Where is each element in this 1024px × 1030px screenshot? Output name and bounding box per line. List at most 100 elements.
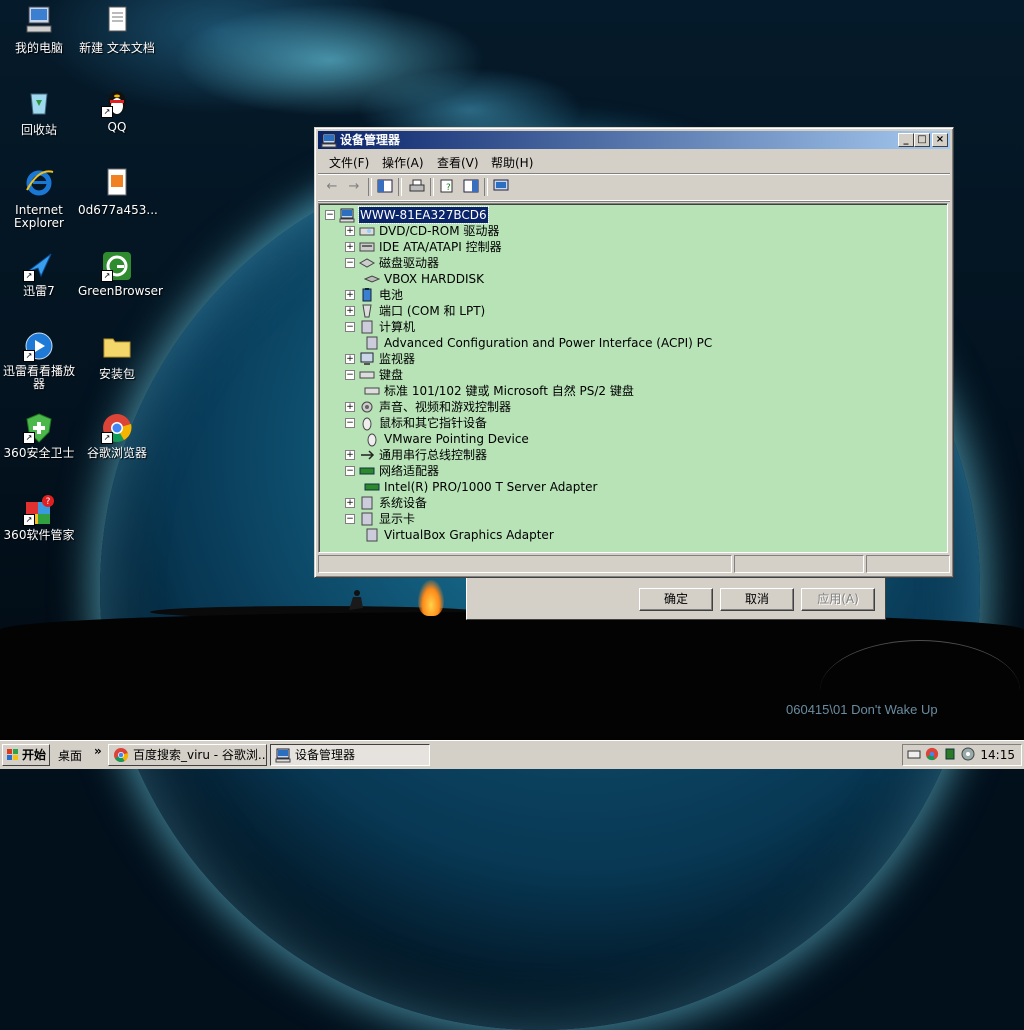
task-device-manager[interactable]: 设备管理器 [270,744,430,766]
menu-help[interactable]: 帮助(H) [491,154,533,171]
expand-icon[interactable]: + [345,450,355,460]
menu-action[interactable]: 操作(A) [382,154,424,171]
tree-label: VMware Pointing Device [384,432,529,446]
desktop-toolbar-label[interactable]: 桌面 [58,747,82,764]
close-button[interactable]: × [932,133,948,147]
keyboard-icon [359,371,375,379]
collapse-icon[interactable]: − [345,370,355,380]
shortcut-arrow-icon: ↗ [23,514,35,526]
forward-button[interactable]: → [345,179,363,195]
apply-button[interactable]: 应用(A) [801,588,875,611]
back-button[interactable]: ← [323,179,341,195]
menu-bar: 文件(F) 操作(A) 查看(V) 帮助(H) [318,151,950,171]
help-pane-button[interactable] [462,179,480,195]
mouse-icon [362,417,372,431]
desktop-icon-internet-explorer[interactable]: Internet Explorer [0,166,78,230]
hard-disk-icon [364,275,380,283]
tree-root-computer[interactable]: − WWW-81EA327BCD6 [325,206,525,224]
arrow-right-icon: → [348,179,360,194]
tree-label: 监视器 [379,352,416,366]
collapse-icon: − [325,210,335,220]
maximize-button[interactable]: □ [914,133,930,147]
swirl-graphic [820,640,1020,741]
volume-tray-icon[interactable] [961,747,975,761]
svg-text:?: ? [446,183,451,193]
shortcut-arrow-icon: ↗ [101,432,113,444]
display-adapter-icon [361,512,373,526]
start-button[interactable]: 开始 [2,744,50,766]
network-tray-icon[interactable] [943,747,957,761]
battery-icon [362,288,372,302]
desktop-icon-thunder[interactable]: ↗ 迅雷7 [0,250,78,298]
taskbar: 开始 桌面 » 百度搜索_viru - 谷歌浏... 设备管理器 14:15 [0,740,1024,769]
scan-hardware-button[interactable] [492,179,510,195]
tree-label: DVD/CD-ROM 驱动器 [379,224,500,238]
keyboard-device-icon [364,387,380,395]
tree-label: 标准 101/102 键或 Microsoft 自然 PS/2 键盘 [384,384,634,398]
expand-icon[interactable]: + [345,242,355,252]
desktop-icon-recycle-bin[interactable]: 回收站 [0,86,78,137]
expand-icon[interactable]: + [345,498,355,508]
collapse-icon[interactable]: − [345,466,355,476]
collapse-icon[interactable]: − [345,322,355,332]
desktop-icon-text-document[interactable]: 新建 文本文档 [78,4,156,55]
desktop-icon-qq[interactable]: ↗ QQ [78,86,156,134]
port-icon [362,304,372,318]
usb-icon [361,450,375,460]
show-hide-tree-button[interactable] [376,179,394,195]
collapse-icon[interactable]: − [345,418,355,428]
disk-drive-icon [359,258,375,268]
shortcut-arrow-icon: ↗ [101,270,113,282]
collapse-icon[interactable]: − [345,514,355,524]
shortcut-arrow-icon: ↗ [23,350,35,362]
tree-label: 电池 [379,288,404,302]
desktop-icon-360-safe[interactable]: ↗ 360安全卫士 [0,412,78,460]
expand-icon[interactable]: + [345,306,355,316]
system-devices-icon [361,496,373,510]
scan-hardware-icon [493,179,509,191]
pane-icon [463,179,479,193]
tree-label: 键盘 [379,368,404,382]
desktop-icon-greenbrowser[interactable]: ↗ GreenBrowser [78,250,163,298]
printer-icon [409,179,425,192]
image-file-icon [107,168,127,196]
status-pane-3 [866,555,950,573]
status-bar [318,555,950,573]
desktop-icon-my-computer[interactable]: 我的电脑 [0,4,78,55]
menu-view[interactable]: 查看(V) [437,154,479,171]
ok-button[interactable]: 确定 [639,588,713,611]
tree-label: 显示卡 [379,512,416,526]
properties-button[interactable]: ? [438,179,456,195]
internet-explorer-icon [26,170,54,196]
menu-file[interactable]: 文件(F) [329,154,369,171]
expand-icon[interactable]: + [345,402,355,412]
desktop-icon-chrome[interactable]: ↗ 谷歌浏览器 [78,412,156,460]
desktop-icon-folder[interactable]: 安装包 [78,330,156,381]
expand-icon[interactable]: + [345,226,355,236]
svg-text:?: ? [46,497,51,507]
tree-label: 端口 (COM 和 LPT) [379,304,486,318]
device-tree: − WWW-81EA327BCD6 + DVD/CD-ROM 驱动器 + IDE AT… [318,203,948,553]
chrome-tray-icon[interactable] [925,747,939,761]
shortcut-arrow-icon: ↗ [23,432,35,444]
print-button[interactable] [408,179,426,195]
desktop-icon-360-software[interactable]: ? ↗ 360软件管家 [0,494,78,542]
status-pane-main [318,555,732,573]
toolbar-chevron-icon[interactable]: » [94,744,102,758]
ide-controller-icon [359,242,375,252]
task-chrome[interactable]: 百度搜索_viru - 谷歌浏... [108,744,267,766]
desktop-icon-image-file[interactable]: 0d677a453... [78,166,158,217]
chrome-icon [114,748,129,762]
cancel-button[interactable]: 取消 [720,588,794,611]
computer-root-icon [339,208,355,223]
collapse-icon[interactable]: − [345,258,355,268]
expand-icon[interactable]: + [345,290,355,300]
minimize-button[interactable]: _ [898,133,914,147]
expand-icon[interactable]: + [345,354,355,364]
keyboard-tray-icon[interactable] [907,747,921,761]
tree-label: 鼠标和其它指针设备 [379,416,488,430]
desktop-icon-xunlei-player[interactable]: ↗ 迅雷看看播放器 [0,330,78,391]
clock[interactable]: 14:15 [980,748,1015,762]
monitor-icon [360,352,374,365]
title-bar[interactable]: 设备管理器 _ □ × [318,131,950,149]
